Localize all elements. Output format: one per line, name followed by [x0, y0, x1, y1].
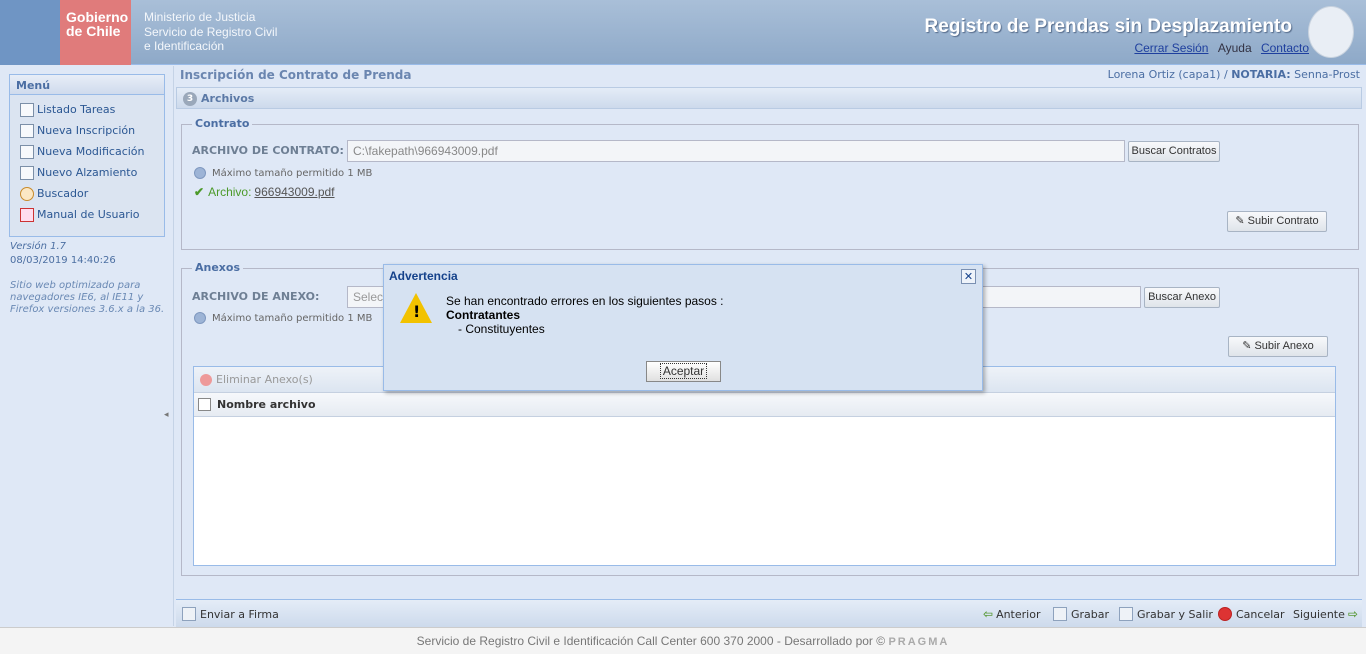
section-header: 3 Archivos: [176, 87, 1362, 109]
document-edit-icon: [1308, 6, 1354, 58]
enviar-firma-button[interactable]: Enviar a Firma: [182, 607, 279, 621]
contrato-file-input[interactable]: C:\fakepath\966943009.pdf: [347, 140, 1125, 162]
release-document-icon: [20, 165, 34, 180]
gobierno-logo: Gobierno de Chile: [60, 0, 131, 65]
menu-item-listado-tareas[interactable]: Listado Tareas: [10, 99, 164, 120]
contrato-max-size: Máximo tamaño permitido 1 MB: [194, 167, 372, 179]
help-link[interactable]: Ayuda: [1218, 41, 1252, 55]
contrato-legend: Contrato: [192, 117, 253, 130]
header: Gobierno de Chile Ministerio de Justicia S…: [0, 0, 1366, 65]
grabar-button[interactable]: Grabar: [1053, 607, 1109, 621]
archivo-link[interactable]: 966943009.pdf: [254, 185, 334, 199]
contact-link[interactable]: Contacto: [1261, 41, 1309, 55]
save-icon: [1053, 607, 1067, 621]
subir-contrato-button[interactable]: ✎ Subir Contrato: [1227, 211, 1327, 232]
buscar-anexo-button[interactable]: Buscar Anexo: [1144, 287, 1220, 308]
arrow-right-icon: ⇨: [1347, 607, 1358, 621]
cancelar-button[interactable]: Cancelar: [1218, 607, 1285, 621]
contrato-archivo: ✔ Archivo: 966943009.pdf: [194, 185, 335, 199]
check-icon: ✔: [194, 185, 205, 199]
search-icon: [20, 186, 34, 201]
menu-item-nuevo-alzamiento[interactable]: Nuevo Alzamiento: [10, 162, 164, 183]
page-title: Inscripción de Contrato de Prenda: [180, 68, 412, 82]
pragma-brand: PRAGMA: [888, 636, 950, 648]
contrato-fieldset: Contrato ARCHIVO DE CONTRATO: C:\fakepat…: [181, 117, 1359, 250]
menu-title: Menú: [10, 75, 164, 95]
collapse-arrow-icon[interactable]: ◂: [164, 410, 169, 420]
list-icon: [20, 102, 34, 117]
delete-icon: [200, 373, 212, 386]
menu-item-manual[interactable]: Manual de Usuario: [10, 204, 164, 225]
pdf-icon: [20, 207, 34, 222]
aceptar-button[interactable]: Aceptar: [646, 361, 721, 382]
bottom-toolbar: Enviar a Firma ⇦ Anterior Grabar Grabar y…: [176, 599, 1362, 627]
send-sign-icon: [182, 607, 196, 621]
col-nombre-archivo[interactable]: Nombre archivo: [217, 398, 316, 411]
info-icon: [194, 167, 206, 179]
eliminar-anexos-button[interactable]: Eliminar Anexo(s): [216, 373, 313, 386]
siguiente-button[interactable]: Siguiente ⇨: [1293, 607, 1361, 621]
menu-item-nueva-modificacion[interactable]: Nueva Modificación: [10, 141, 164, 162]
step-icon: 3: [183, 92, 197, 106]
save-exit-icon: [1119, 607, 1133, 621]
left-panel: Menú Listado Tareas Nueva Inscripción Nu…: [0, 66, 174, 626]
version-info: Versión 1.7 08/03/2019 14:40:26: [10, 241, 116, 266]
attach-icon: ✎: [1242, 340, 1255, 352]
top-links: Cerrar Sesión Ayuda Contacto: [1128, 41, 1309, 55]
menu-item-buscador[interactable]: Buscador: [10, 183, 164, 204]
close-icon[interactable]: ✕: [961, 269, 976, 284]
grid-header: Nombre archivo: [194, 393, 1335, 417]
browser-note: Sitio web optimizado para navegadores IE…: [10, 280, 165, 315]
dialog-title: Advertencia: [389, 269, 458, 283]
buscar-contratos-button[interactable]: Buscar Contratos: [1128, 141, 1220, 162]
anterior-button[interactable]: ⇦ Anterior: [983, 607, 1040, 621]
warning-dialog: Advertencia ✕ ! Se han encontrado errore…: [383, 264, 983, 391]
menu-item-nueva-inscripcion[interactable]: Nueva Inscripción: [10, 120, 164, 141]
anexos-legend: Anexos: [192, 261, 244, 274]
user-info: Lorena Ortiz (capa1) / NOTARIA: Senna-Pr…: [1107, 68, 1360, 81]
menu: Menú Listado Tareas Nueva Inscripción Nu…: [9, 74, 165, 237]
ministry-text: Ministerio de Justicia Servicio de Regist…: [144, 10, 278, 53]
warning-mark: !: [413, 302, 421, 321]
select-all-checkbox[interactable]: [198, 398, 211, 411]
app-title: Registro de Prendas sin Desplazamiento: [924, 16, 1292, 37]
chile-coat-of-arms-icon: [0, 0, 60, 65]
subir-anexo-button[interactable]: ✎ Subir Anexo: [1228, 336, 1328, 357]
anexo-label: ARCHIVO DE ANEXO:: [192, 290, 320, 303]
attach-icon: ✎: [1235, 215, 1248, 227]
logout-link[interactable]: Cerrar Sesión: [1134, 41, 1208, 55]
contrato-label: ARCHIVO DE CONTRATO:: [192, 144, 344, 157]
footer: Servicio de Registro Civil e Identificac…: [0, 627, 1366, 654]
grabar-salir-button[interactable]: Grabar y Salir: [1119, 607, 1213, 621]
info-icon: [194, 312, 206, 324]
arrow-left-icon: ⇦: [983, 607, 994, 621]
edit-document-icon: [20, 144, 34, 159]
cancel-icon: [1218, 607, 1232, 621]
dialog-message: Se han encontrado errores en los siguien…: [446, 294, 724, 336]
anexo-max-size: Máximo tamaño permitido 1 MB: [194, 312, 372, 324]
new-document-icon: [20, 123, 34, 138]
anexos-grid: Eliminar Anexo(s) Nombre archivo: [193, 366, 1336, 566]
